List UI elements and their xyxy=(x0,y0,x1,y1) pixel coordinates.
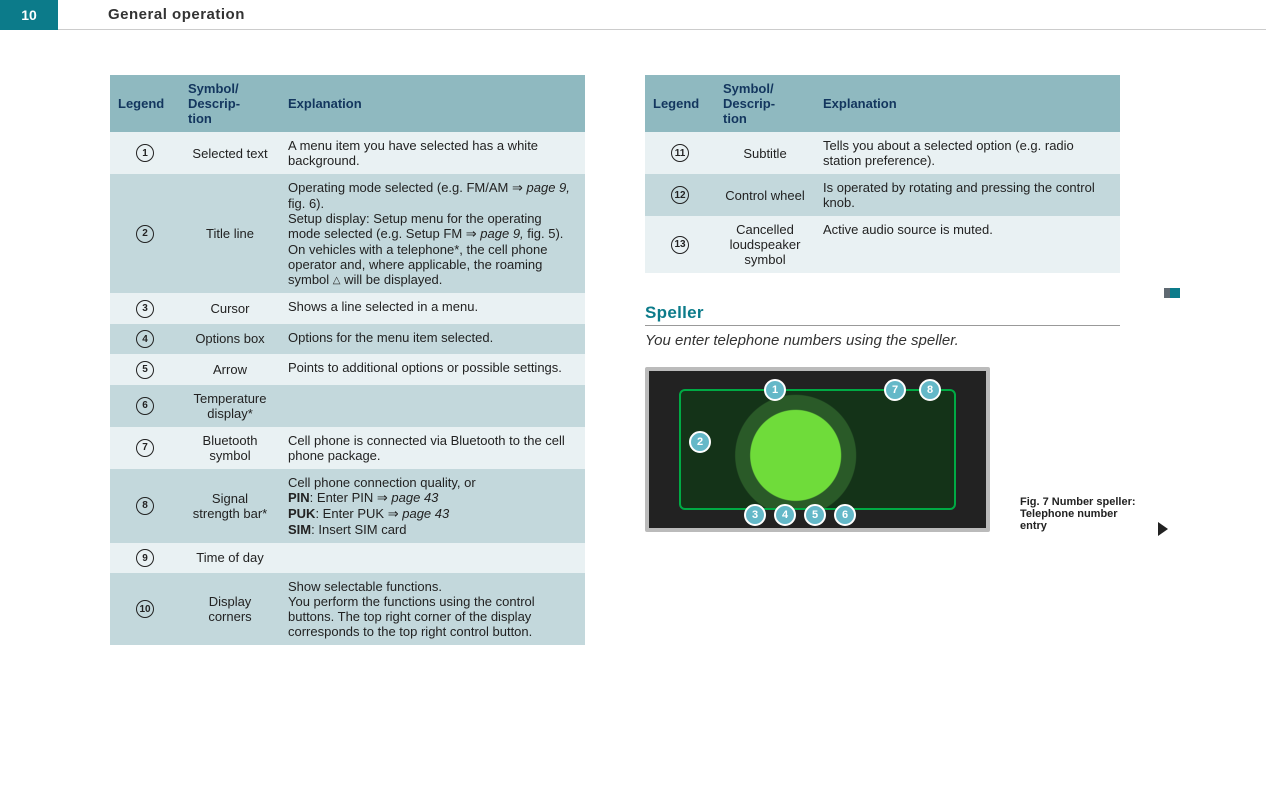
table-row: 9 Time of day xyxy=(110,543,585,574)
legend-number: 11 xyxy=(645,132,715,174)
figure-callout-5-icon: 5 xyxy=(804,504,826,526)
explanation-text: Show selectable functions.You perform th… xyxy=(280,573,585,645)
explanation-text: Options for the menu item selected. xyxy=(280,324,585,355)
table-row: 2 Title lineOperating mode selected (e.g.… xyxy=(110,174,585,293)
figure-callout-3-icon: 3 xyxy=(744,504,766,526)
circled-number-icon: 6 xyxy=(136,397,154,415)
explanation-text: Active audio source is muted. xyxy=(815,216,1120,273)
explanation-text: Is operated by rotating and pressing the… xyxy=(815,174,1120,216)
circled-number-icon: 7 xyxy=(136,439,154,457)
explanation-text xyxy=(280,385,585,427)
circled-number-icon: 12 xyxy=(671,186,689,204)
figure-callout-4-icon: 4 xyxy=(774,504,796,526)
th-symbol: Symbol/ Descrip- tion xyxy=(180,75,280,132)
symbol-description: Signal strength bar* xyxy=(180,469,280,543)
circled-number-icon: 9 xyxy=(136,549,154,567)
legend-number: 9 xyxy=(110,543,180,574)
symbol-description: Bluetooth symbol xyxy=(180,427,280,469)
legend-number: 7 xyxy=(110,427,180,469)
table-row: 3 CursorShows a line selected in a menu. xyxy=(110,293,585,324)
symbol-description: Control wheel xyxy=(715,174,815,216)
symbol-description: Selected text xyxy=(180,132,280,174)
explanation-text: Operating mode selected (e.g. FM/AM ⇒ pa… xyxy=(280,174,585,293)
legend-number: 1 xyxy=(110,132,180,174)
legend-number: 6 xyxy=(110,385,180,427)
th-legend: Legend xyxy=(110,75,180,132)
page-number-tab: 10 xyxy=(0,0,58,30)
continue-arrow-icon xyxy=(1158,522,1168,536)
table-row: 7 Bluetooth symbolCell phone is connected… xyxy=(110,427,585,469)
symbol-description: Arrow xyxy=(180,354,280,385)
symbol-description: Temperature display* xyxy=(180,385,280,427)
table-row: 8 Signal strength bar*Cell phone connecti… xyxy=(110,469,585,543)
explanation-text: Cell phone connection quality, orPIN: En… xyxy=(280,469,585,543)
circled-number-icon: 10 xyxy=(136,600,154,618)
figure-callout-6-icon: 6 xyxy=(834,504,856,526)
figure-callout-8-icon: 8 xyxy=(919,379,941,401)
figure-callout-7-icon: 7 xyxy=(884,379,906,401)
legend-number: 12 xyxy=(645,174,715,216)
symbol-description: Options box xyxy=(180,324,280,355)
legend-table-left: Legend Symbol/ Descrip- tion Explanation… xyxy=(110,75,585,645)
explanation-text: Shows a line selected in a menu. xyxy=(280,293,585,324)
symbol-description: Time of day xyxy=(180,543,280,574)
legend-number: 13 xyxy=(645,216,715,273)
legend-number: 2 xyxy=(110,174,180,293)
legend-table-right: Legend Symbol/ Descrip- tion Explanation… xyxy=(645,75,1120,273)
chapter-title: General operation xyxy=(108,0,245,30)
explanation-text xyxy=(280,543,585,574)
symbol-description: Display corners xyxy=(180,573,280,645)
figure-7-caption: Fig. 7 Number speller: Telephone number … xyxy=(1020,496,1140,532)
th-symbol: Symbol/ Descrip- tion xyxy=(715,75,815,132)
circled-number-icon: 5 xyxy=(136,361,154,379)
table-row: 13 Cancelled loudspeaker symbolActive aud… xyxy=(645,216,1120,273)
table-row: 11 SubtitleTells you about a selected opt… xyxy=(645,132,1120,174)
symbol-description: Title line xyxy=(180,174,280,293)
speller-subtitle: You enter telephone numbers using the sp… xyxy=(645,332,1120,349)
circled-number-icon: 3 xyxy=(136,300,154,318)
explanation-text: Cell phone is connected via Bluetooth to… xyxy=(280,427,585,469)
th-legend: Legend xyxy=(645,75,715,132)
figure-callout-1-icon: 1 xyxy=(764,379,786,401)
table-row: 5 ArrowPoints to additional options or po… xyxy=(110,354,585,385)
speller-heading: Speller xyxy=(645,303,1120,326)
circled-number-icon: 1 xyxy=(136,144,154,162)
left-column: Legend Symbol/ Descrip- tion Explanation… xyxy=(110,75,585,645)
symbol-description: Cursor xyxy=(180,293,280,324)
legend-number: 5 xyxy=(110,354,180,385)
figure-callout-2-icon: 2 xyxy=(689,431,711,453)
explanation-text: Points to additional options or possible… xyxy=(280,354,585,385)
circled-number-icon: 11 xyxy=(671,144,689,162)
symbol-description: Cancelled loudspeaker symbol xyxy=(715,216,815,273)
table-row: 6 Temperature display* xyxy=(110,385,585,427)
figure-7-image: 1 2 3 4 5 6 7 8 xyxy=(645,367,990,532)
page-header: 10 General operation xyxy=(0,0,1266,30)
symbol-description: Subtitle xyxy=(715,132,815,174)
table-row: 1 Selected textA menu item you have selec… xyxy=(110,132,585,174)
explanation-text: A menu item you have selected has a whit… xyxy=(280,132,585,174)
circled-number-icon: 8 xyxy=(136,497,154,515)
right-column: Legend Symbol/ Descrip- tion Explanation… xyxy=(645,75,1120,645)
th-explanation: Explanation xyxy=(280,75,585,132)
explanation-text: Tells you about a selected option (e.g. … xyxy=(815,132,1120,174)
legend-number: 3 xyxy=(110,293,180,324)
table-row: 12 Control wheelIs operated by rotating a… xyxy=(645,174,1120,216)
legend-number: 10 xyxy=(110,573,180,645)
circled-number-icon: 13 xyxy=(671,236,689,254)
table-row: 10 Display cornersShow selectable functio… xyxy=(110,573,585,645)
section-end-marker xyxy=(1170,288,1180,298)
circled-number-icon: 2 xyxy=(136,225,154,243)
circled-number-icon: 4 xyxy=(136,330,154,348)
th-explanation: Explanation xyxy=(815,75,1120,132)
legend-number: 8 xyxy=(110,469,180,543)
legend-number: 4 xyxy=(110,324,180,355)
table-row: 4 Options boxOptions for the menu item se… xyxy=(110,324,585,355)
